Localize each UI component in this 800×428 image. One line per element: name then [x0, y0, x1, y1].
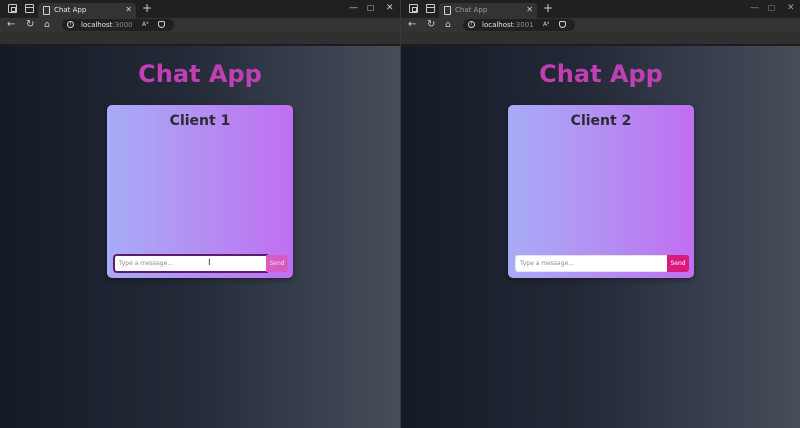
close-tab-icon[interactable]: ✕ — [526, 4, 533, 16]
workspaces-icon[interactable] — [409, 4, 418, 13]
tracking-prevention-icon[interactable] — [559, 21, 566, 28]
tab-title: Chat App — [54, 6, 87, 14]
workspaces-icon[interactable] — [8, 4, 17, 13]
address-text: localhost:3001 — [482, 21, 534, 29]
address-bar[interactable]: i localhost:3001 A⁴ — [463, 19, 575, 31]
send-button[interactable]: Send — [266, 255, 288, 272]
page-viewport: Chat App Client 1 Type a message... I Se… — [0, 46, 400, 428]
message-input[interactable]: Type a message... I — [114, 255, 267, 272]
browser-window-client-2: Chat App ✕ + — ☐ ✕ ← ↻ ⌂ i localhost:300… — [400, 0, 800, 428]
tab-actions-icon[interactable] — [25, 4, 34, 13]
close-tab-icon[interactable]: ✕ — [125, 4, 132, 16]
browser-toolbar: ← ↻ ⌂ i localhost:3000 A⁴ — [0, 18, 400, 32]
browser-tab[interactable]: Chat App ✕ — [439, 3, 537, 18]
title-bar: Chat App ✕ + — ☐ ✕ — [401, 0, 800, 18]
toolbar-strip — [401, 32, 800, 45]
home-icon[interactable]: ⌂ — [44, 18, 50, 32]
tab-title: Chat App — [455, 6, 488, 14]
reload-icon[interactable]: ↻ — [427, 18, 435, 32]
tab-actions-icon[interactable] — [426, 4, 435, 13]
address-bar[interactable]: i localhost:3000 A⁴ — [62, 19, 174, 31]
message-placeholder: Type a message... — [119, 260, 173, 267]
browser-toolbar: ← ↻ ⌂ i localhost:3001 A⁴ — [401, 18, 800, 32]
app-title: Chat App — [539, 60, 663, 88]
browser-window-client-1: Chat App ✕ + — ☐ ✕ ← ↻ ⌂ i localhost:300… — [0, 0, 400, 428]
page-icon — [43, 6, 50, 15]
minimize-button[interactable]: — — [349, 2, 358, 15]
new-tab-button[interactable]: + — [543, 2, 553, 15]
page-viewport: Chat App Client 2 Type a message... Send — [401, 46, 800, 428]
read-aloud-icon[interactable]: A⁴ — [543, 20, 550, 30]
maximize-button[interactable]: ☐ — [768, 2, 775, 15]
minimize-button[interactable]: — — [750, 2, 759, 15]
new-tab-button[interactable]: + — [142, 2, 152, 15]
toolbar-strip — [0, 32, 400, 45]
chat-card: Client 1 Type a message... I Send — [107, 105, 293, 278]
client-title: Client 1 — [169, 113, 231, 129]
maximize-button[interactable]: ☐ — [367, 2, 374, 15]
app-title: Chat App — [138, 60, 262, 88]
site-info-icon[interactable]: i — [67, 21, 74, 28]
send-button[interactable]: Send — [667, 255, 689, 272]
page-icon — [444, 6, 451, 15]
site-info-icon[interactable]: i — [468, 21, 475, 28]
close-window-button[interactable]: ✕ — [787, 2, 795, 15]
read-aloud-icon[interactable]: A⁴ — [142, 20, 149, 30]
message-input[interactable]: Type a message... — [515, 255, 668, 272]
client-title: Client 2 — [570, 113, 632, 129]
chat-card: Client 2 Type a message... Send — [508, 105, 694, 278]
back-icon[interactable]: ← — [408, 18, 416, 32]
title-bar: Chat App ✕ + — ☐ ✕ — [0, 0, 400, 18]
desktop: Chat App ✕ + — ☐ ✕ ← ↻ ⌂ i localhost:300… — [0, 0, 800, 428]
tracking-prevention-icon[interactable] — [158, 21, 165, 28]
back-icon[interactable]: ← — [7, 18, 15, 32]
browser-tab[interactable]: Chat App ✕ — [38, 3, 136, 18]
close-window-button[interactable]: ✕ — [386, 2, 394, 15]
text-cursor-icon: I — [208, 258, 211, 268]
message-placeholder: Type a message... — [520, 260, 574, 267]
home-icon[interactable]: ⌂ — [445, 18, 451, 32]
address-text: localhost:3000 — [81, 21, 133, 29]
reload-icon[interactable]: ↻ — [26, 18, 34, 32]
